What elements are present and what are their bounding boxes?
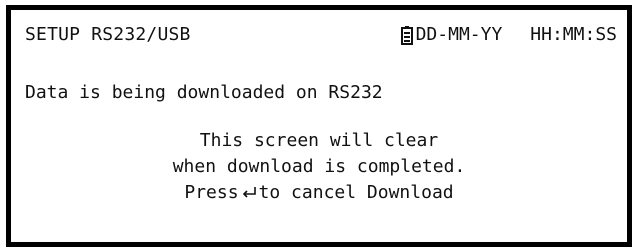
- press-label: Press: [184, 182, 239, 203]
- info-line-2: when download is completed.: [172, 156, 466, 177]
- header-status: DD-MM-YY HH:MM:SS: [400, 22, 617, 48]
- cancel-download-label: to cancel Download: [258, 182, 454, 203]
- info-line-3: Press to cancel Download: [11, 180, 627, 206]
- date-display: DD-MM-YY: [415, 24, 503, 45]
- info-line-1: This screen will clear: [199, 130, 439, 151]
- lcd-screen: SETUP RS232/USB DD-MM-YY HH:MM:SS Data i…: [6, 5, 632, 247]
- enter-key-icon[interactable]: [241, 180, 257, 198]
- screen-header: SETUP RS232/USB DD-MM-YY HH:MM:SS: [25, 22, 617, 48]
- battery-icon: [400, 25, 413, 45]
- screen-title: SETUP RS232/USB: [25, 24, 191, 45]
- download-status-message: Data is being downloaded on RS232: [25, 82, 383, 103]
- info-block: This screen will clear when download is …: [11, 128, 627, 206]
- time-display: HH:MM:SS: [530, 24, 617, 45]
